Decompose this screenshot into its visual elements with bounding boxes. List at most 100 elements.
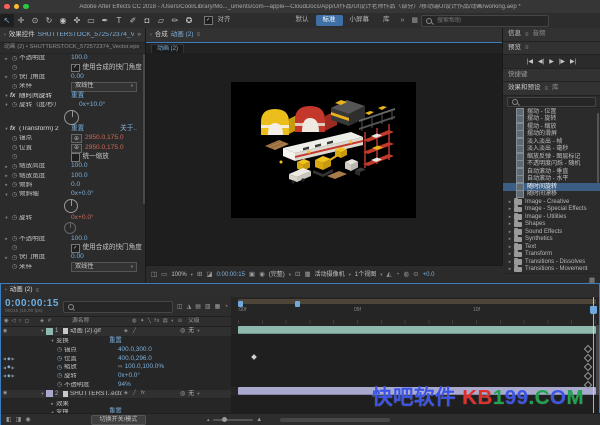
property-value[interactable]: 0.00 (71, 73, 84, 81)
current-time-display[interactable]: 0:00:00:15 (5, 298, 59, 309)
snapshot-icon[interactable]: ▣ (249, 271, 255, 279)
expander-icon[interactable]: ► (3, 237, 10, 241)
type-tool-icon[interactable]: T (112, 14, 126, 27)
checkbox-checked[interactable]: ✓ (71, 63, 80, 73)
workspace-tab-standard[interactable]: 标准 (315, 14, 343, 27)
expander-icon[interactable]: ► (3, 56, 10, 61)
graph-editor-icon[interactable]: ◔ (224, 304, 228, 310)
tab-info[interactable]: 信息 (508, 31, 521, 38)
parent-column-header[interactable]: 父级 (188, 318, 200, 325)
effects-search-input[interactable] (521, 97, 591, 106)
quality-switch-icon[interactable]: ◈ (124, 391, 128, 396)
property-value[interactable]: 2950.0,175.0 (85, 144, 124, 152)
zoom-in-mountain-icon[interactable]: ▲ (256, 417, 262, 423)
effects-list-scrollbar[interactable] (596, 113, 599, 183)
composition-breadcrumb-chip[interactable]: 动画 (2) (151, 43, 185, 54)
exposure-reset-icon[interactable]: ⊙ (413, 271, 418, 279)
layer-1-duration-bar[interactable] (238, 326, 596, 334)
panel-menu-icon[interactable]: ≡ (525, 32, 529, 38)
preset-folder[interactable]: ► Image - Utilities (503, 212, 600, 221)
property-value[interactable]: 94% (118, 381, 131, 388)
stopwatch-icon[interactable]: ◷ (10, 74, 19, 80)
pan-behind-tool-icon[interactable]: ✜ (70, 14, 84, 27)
keyframe-toggle-icon[interactable]: ◆ (7, 374, 10, 379)
rotation-row[interactable]: ◀ ◆ ▶ ◷ 旋转 0x+0.0° (1, 371, 231, 381)
stopwatch-icon[interactable]: ◷ (10, 65, 19, 71)
tab-overflow-icon[interactable]: » (137, 31, 141, 39)
toggle-switches-modes-button[interactable]: 切换开关/模式 (90, 415, 147, 425)
hand-tool-icon[interactable]: ✛ (14, 14, 28, 27)
preset-item[interactable]: 随时间漂移 (503, 190, 600, 199)
sampling-dropdown-2[interactable]: 双线性 ▾ (71, 262, 137, 272)
keyframe-toggle-icon[interactable]: ◆ (7, 356, 10, 362)
effects-group-row[interactable]: ► 效果 (1, 399, 231, 409)
fx-switch-icon[interactable]: fx (141, 391, 145, 396)
stopwatch-icon[interactable]: ◷ (10, 236, 19, 242)
timeline-search-input[interactable] (76, 302, 168, 311)
snap-toggle[interactable]: ✓ 对齐 (204, 16, 231, 25)
expander-icon[interactable]: ► (3, 173, 10, 178)
camera-view-value[interactable]: 活动摄像机 (315, 272, 345, 278)
timeline-tab-name[interactable]: 动画 (2) (10, 287, 33, 294)
flowchart-icon[interactable]: ◍ (403, 271, 409, 279)
effect-controls-scrollbar[interactable] (143, 54, 145, 204)
transform-group-row[interactable]: ▼ 变换 重置 (1, 336, 231, 346)
timeline-zoom-slider[interactable]: ▲ ▲ (206, 417, 262, 423)
panel-menu-icon[interactable]: ≡ (197, 32, 201, 38)
eraser-tool-icon[interactable]: ▱ (154, 14, 168, 27)
previous-keyframe-icon[interactable]: ◀ (3, 356, 6, 361)
property-value[interactable]: 0x+0.0° (71, 191, 94, 198)
expander-icon[interactable]: ▼ (3, 93, 10, 98)
shortcut-editor-icon[interactable]: ▦ (411, 17, 418, 24)
point-picker-icon[interactable]: ⊕ (71, 134, 82, 144)
stopwatch-icon-active[interactable]: ◷ (55, 365, 64, 371)
preset-folder[interactable]: ► Text (503, 242, 600, 251)
stopwatch-icon-active[interactable]: ◷ (55, 373, 64, 379)
selection-tool-icon[interactable]: ↖ (0, 14, 14, 27)
snapshot-grid-icon[interactable]: ◫ (151, 271, 157, 279)
effect-controls-tab-file[interactable]: SHUTTERSTOCK_572572374_Vec (38, 32, 135, 39)
property-value[interactable]: 0x+10.0° (79, 101, 105, 109)
layer-row-2[interactable]: ◉ ▼ 2 SHUTTERST..ector.eps ◈ ╱ fx ◎ 无 ▾ (1, 389, 231, 400)
workspace-tab-libraries[interactable]: 库 (376, 15, 397, 27)
position-row[interactable]: ◀ ◆ ▶ ◷ 位置 400.0,296.0 (1, 354, 231, 364)
anchor-point-row[interactable]: ◷ 锚点 400.0,300.0 (1, 345, 231, 355)
effects-search-box[interactable] (507, 96, 596, 107)
preset-folder[interactable]: ► Sound Effects (503, 227, 600, 236)
rotation-dial-2[interactable] (64, 222, 76, 235)
last-frame-button[interactable]: ▶| (570, 59, 576, 65)
reset-link[interactable]: 重置 (109, 337, 122, 344)
camera-tool-icon[interactable]: ◉ (56, 14, 70, 27)
stopwatch-icon[interactable]: ◷ (10, 192, 19, 198)
region-of-interest-icon[interactable]: ⊡ (295, 271, 300, 279)
property-value[interactable]: 0x+0.0° (71, 214, 94, 222)
pixel-aspect-icon[interactable]: ◭ (387, 271, 392, 279)
view-layout-value[interactable]: 1个视图 (355, 272, 376, 278)
snap-checkbox[interactable]: ✓ (204, 16, 213, 25)
timeline-search-box[interactable] (62, 300, 173, 313)
property-value[interactable]: 400.0,300.0 (118, 346, 152, 353)
property-value[interactable]: 100.0 (71, 55, 88, 62)
fx-badge-icon[interactable]: fx (10, 93, 19, 99)
scale-row[interactable]: ◀ ◆ ▶ ◷ 缩放 ∞ 100.0,100.0% (1, 363, 231, 372)
help-search-input[interactable] (435, 16, 545, 25)
property-value[interactable]: 100.0 (71, 235, 88, 243)
work-area-bar[interactable] (238, 299, 596, 307)
stopwatch-icon[interactable]: ◷ (55, 347, 64, 353)
parent-value[interactable]: 无 (188, 391, 194, 397)
parent-value[interactable]: 无 (188, 328, 194, 334)
stopwatch-icon[interactable]: ◷ (10, 136, 19, 142)
property-value[interactable]: 0.0 (71, 181, 80, 189)
tab-libraries[interactable]: 库 (552, 85, 559, 92)
stopwatch-icon[interactable]: ◷ (10, 164, 19, 170)
puppet-tool-icon[interactable]: ✪ (182, 14, 196, 27)
rotation-dial[interactable] (64, 109, 79, 125)
channels-icon[interactable]: ◉ (259, 271, 265, 279)
sampling-dropdown[interactable]: 双线性 ▾ (71, 81, 137, 92)
expander-icon[interactable]: ► (3, 255, 10, 260)
workspace-overflow-chevron[interactable]: » (401, 17, 405, 24)
first-frame-button[interactable]: |◀ (527, 59, 533, 65)
expander-icon[interactable]: ► (3, 183, 10, 187)
preset-folder[interactable]: ► Synthetics (503, 235, 600, 244)
help-search-box[interactable] (421, 14, 550, 27)
